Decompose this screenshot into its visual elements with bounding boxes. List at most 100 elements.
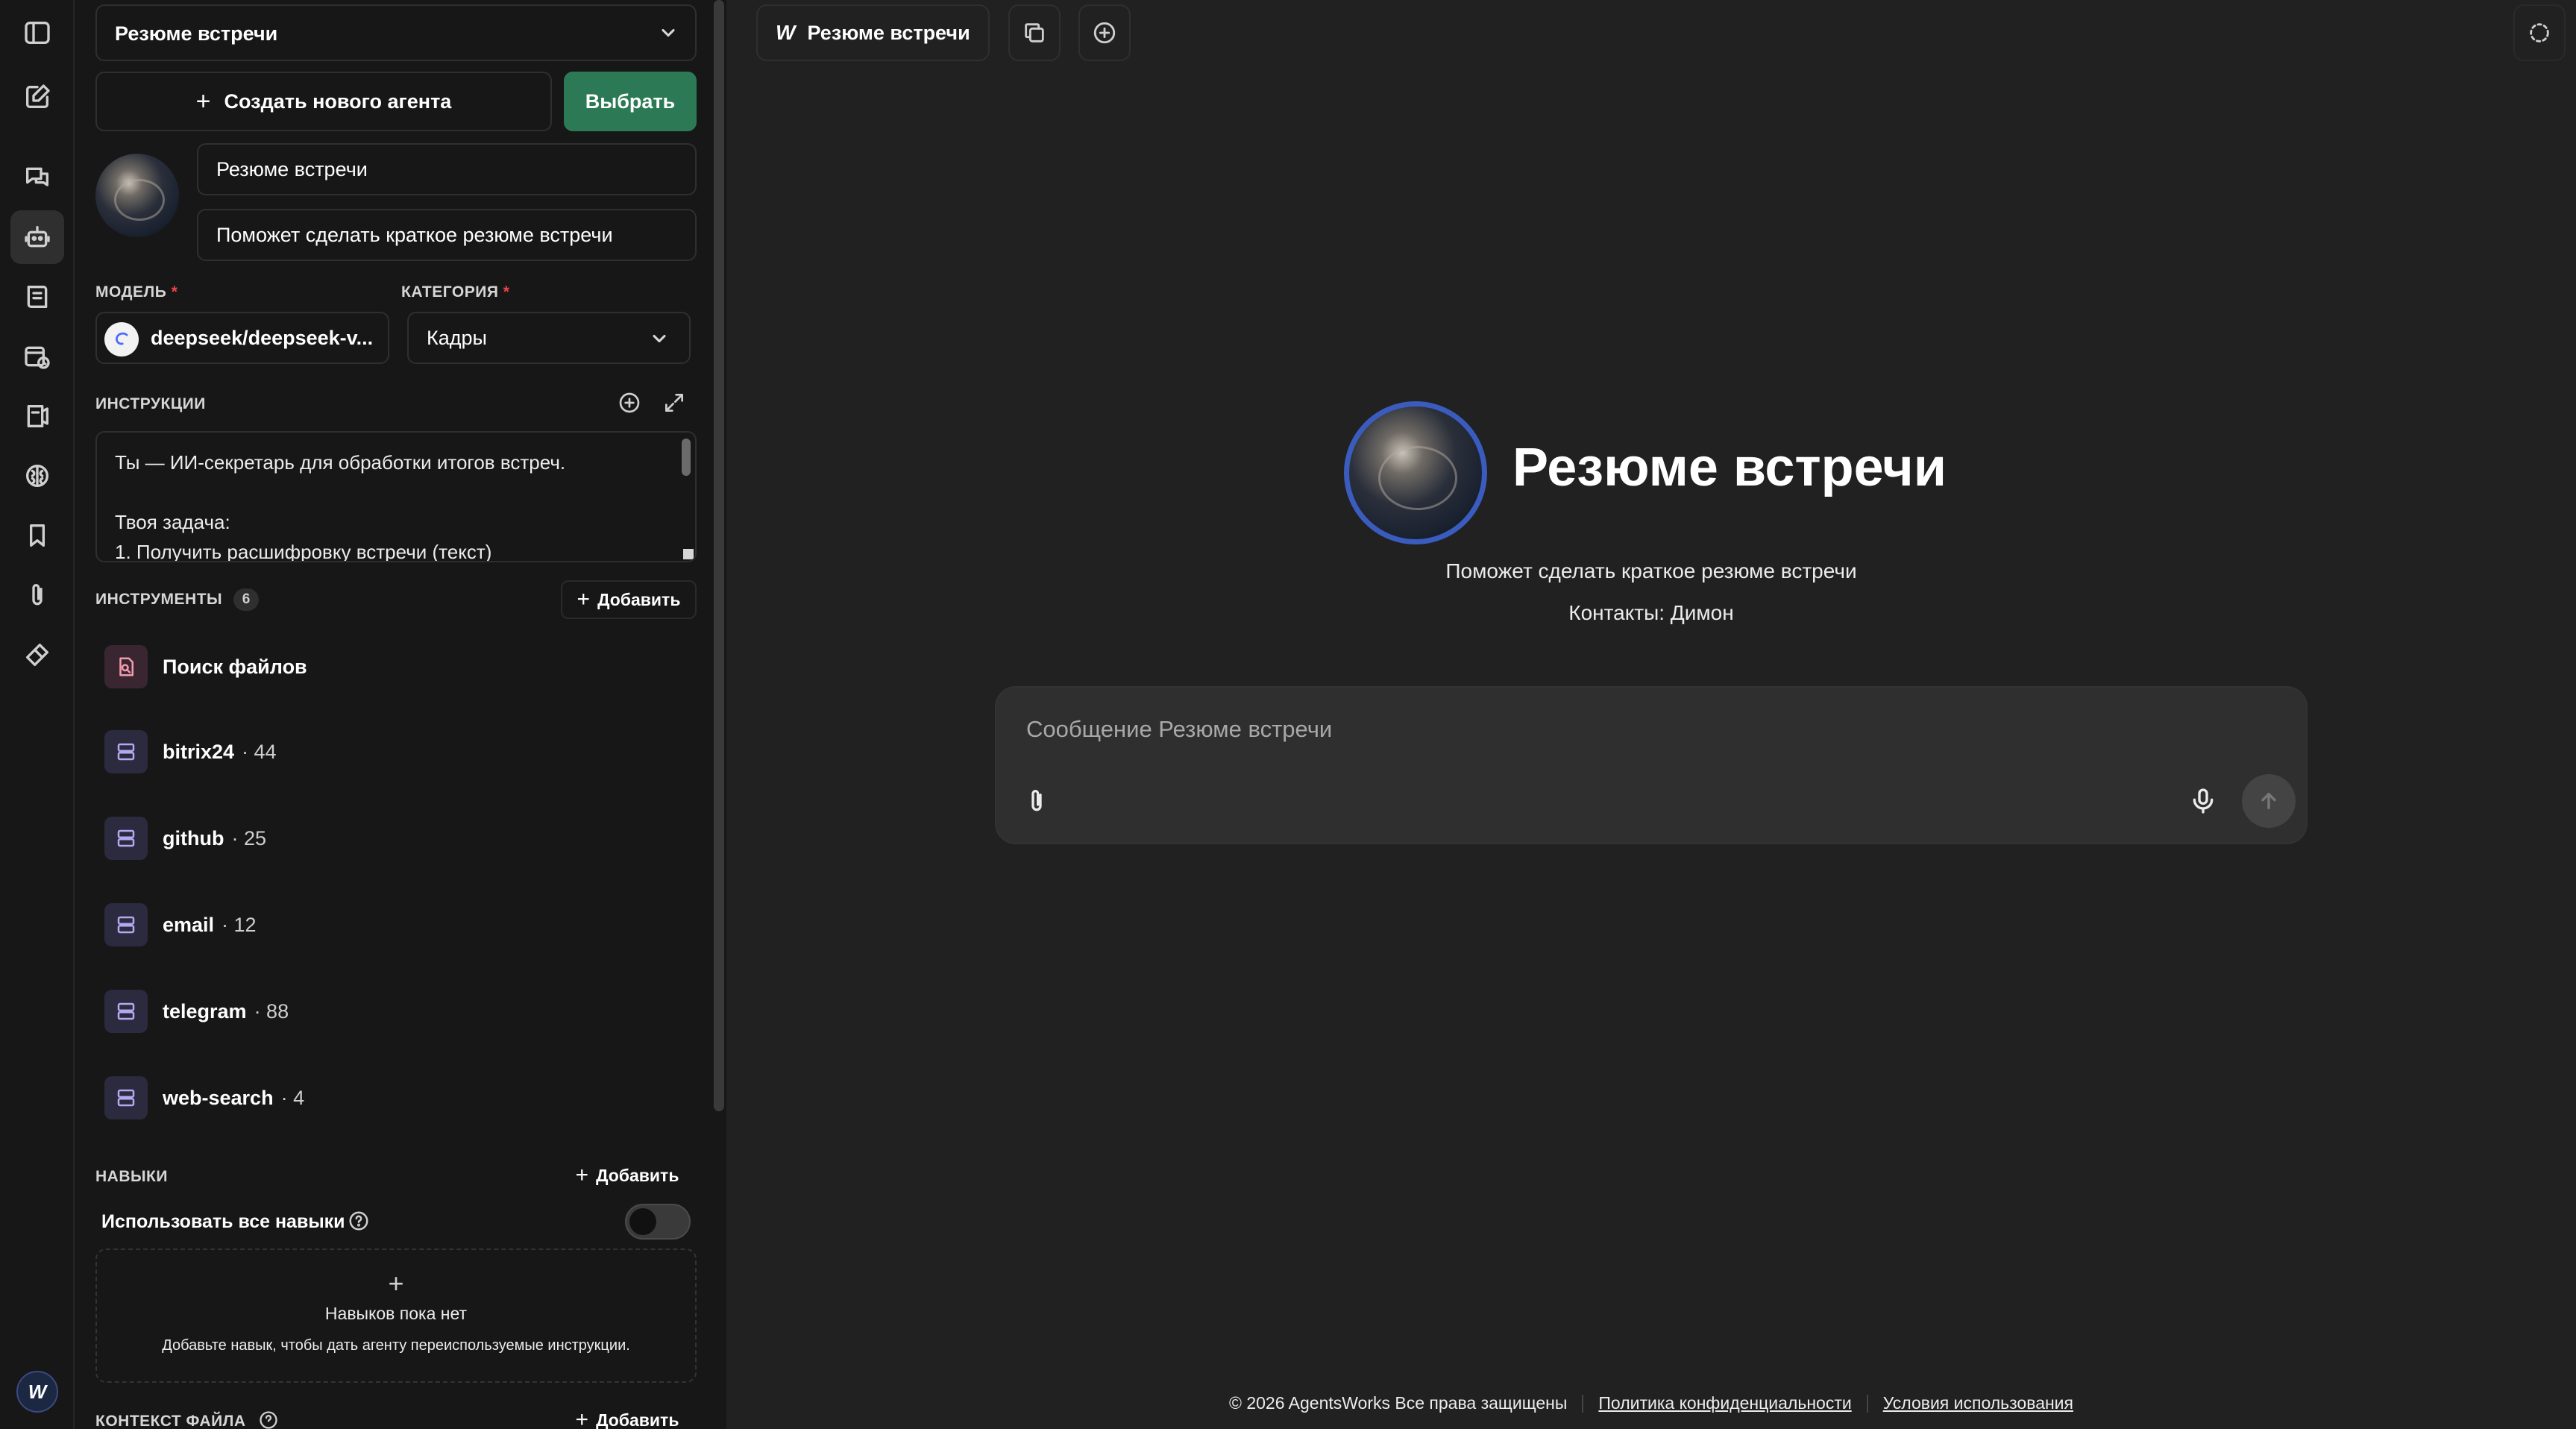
tool-count: · 4 [280, 1086, 305, 1109]
agent-avatar[interactable] [95, 154, 179, 237]
model-value: deepseek/deepseek-v... [151, 327, 374, 349]
prompts-icon[interactable] [10, 270, 64, 324]
model-label: МОДЕЛЬ * [95, 283, 178, 301]
schedule-icon[interactable] [10, 330, 64, 383]
server-icon [104, 1076, 148, 1119]
file-search-icon [104, 645, 148, 688]
plus-icon: + [575, 1407, 589, 1429]
tool-item[interactable]: web-search · 4 [104, 1075, 304, 1120]
category-select[interactable]: Кадры [407, 312, 691, 364]
file-context-label: КОНТЕКСТ ФАЙЛА [95, 1413, 246, 1429]
tool-count: · 12 [222, 913, 257, 936]
tool-name: github [163, 826, 224, 849]
send-button[interactable] [2242, 774, 2296, 828]
add-variable-icon[interactable] [618, 391, 641, 418]
memory-icon[interactable] [10, 389, 64, 443]
add-tool-button[interactable]: + Добавить [561, 580, 697, 619]
copyright-text: © 2026 AgentsWorks Все права защищены [1229, 1393, 1568, 1413]
category-label: КАТЕГОРИЯ * [401, 283, 510, 301]
help-icon[interactable] [258, 1410, 279, 1429]
brain-icon[interactable] [10, 449, 64, 503]
tool-item[interactable]: Поиск файлов [104, 644, 307, 689]
privacy-link[interactable]: Политика конфиденциальности [1598, 1393, 1851, 1413]
add-skill-label: Добавить [596, 1165, 679, 1185]
skills-empty-state[interactable]: + Навыков пока нет Добавьте навык, чтобы… [95, 1249, 697, 1383]
toggle-sidebar-icon[interactable] [10, 6, 64, 60]
instructions-label: ИНСТРУКЦИИ [95, 395, 206, 412]
attach-icon[interactable] [1017, 782, 1056, 820]
copy-icon[interactable] [1008, 4, 1061, 61]
tool-item[interactable]: github · 25 [104, 816, 266, 861]
expand-icon[interactable] [662, 391, 686, 418]
tool-item[interactable]: telegram · 88 [104, 989, 289, 1034]
plus-icon: + [577, 587, 591, 612]
agent-select[interactable]: Резюме встречи [95, 4, 697, 61]
agent-hero-avatar [1344, 401, 1487, 544]
agent-title: Резюме встречи [1512, 438, 1947, 497]
tool-name: telegram [163, 999, 247, 1023]
create-agent-label: Создать нового агента [224, 89, 452, 113]
category-value: Кадры [427, 327, 487, 349]
agent-logo-icon: W [776, 21, 796, 44]
new-chat-icon[interactable] [10, 70, 64, 124]
agent-select-value: Резюме встречи [115, 22, 278, 45]
arrow-up-icon [2261, 792, 2276, 810]
agent-contacts: Контакты: Димон [1568, 601, 1734, 624]
tools-count-badge: 6 [233, 588, 259, 611]
tool-item[interactable]: email · 12 [104, 902, 257, 947]
agent-description: Поможет сделать краткое резюме встречи [1445, 559, 1857, 582]
app-root: W Резюме встречи + Создать нового агента… [0, 0, 2576, 1429]
agent-tab[interactable]: W Резюме встречи [756, 4, 990, 61]
help-icon[interactable] [348, 1210, 370, 1236]
attachments-icon[interactable] [10, 568, 64, 622]
tool-item[interactable]: bitrix24 · 44 [104, 729, 277, 774]
message-input[interactable] [1026, 714, 2145, 744]
add-skill-button[interactable]: + Добавить [564, 1156, 691, 1195]
choose-button[interactable]: Выбрать [564, 72, 697, 131]
add-tool-label: Добавить [597, 589, 681, 609]
agents-icon[interactable] [10, 210, 64, 264]
message-composer [995, 686, 2308, 844]
chevron-down-icon [649, 328, 670, 349]
model-select[interactable]: deepseek/deepseek-v... [95, 312, 389, 364]
instructions-textarea[interactable]: Ты — ИИ-секретарь для обработки итогов в… [95, 431, 697, 562]
create-agent-button[interactable]: + Создать нового агента [95, 72, 552, 131]
skills-label: НАВЫКИ [95, 1168, 168, 1185]
agent-description-value: Поможет сделать краткое резюме встречи [216, 224, 613, 246]
plus-icon: + [575, 1163, 589, 1187]
add-file-context-label: Добавить [596, 1410, 679, 1429]
use-all-skills-toggle[interactable] [625, 1204, 691, 1240]
plugins-icon[interactable] [10, 628, 64, 682]
skills-empty-hint: Добавьте навык, чтобы дать агенту переис… [162, 1337, 630, 1354]
instructions-scrollbar[interactable] [682, 439, 691, 476]
temporary-chat-icon[interactable] [2513, 4, 2566, 61]
terms-link[interactable]: Условия использования [1883, 1393, 2073, 1413]
new-chat-plus-icon[interactable] [1078, 4, 1131, 61]
tool-name: web-search [163, 1086, 274, 1109]
add-file-context-button[interactable]: + Добавить [564, 1401, 691, 1429]
agent-name-value: Резюме встречи [216, 158, 368, 180]
model-provider-icon [104, 322, 139, 357]
server-icon [104, 730, 148, 773]
bookmark-icon[interactable] [10, 509, 64, 562]
server-icon [104, 817, 148, 860]
chats-icon[interactable] [10, 151, 64, 204]
agent-name-field[interactable]: Резюме встречи [197, 143, 697, 195]
microphone-icon[interactable] [2184, 782, 2222, 820]
tool-count: · 88 [254, 999, 289, 1023]
tool-name: Поиск файлов [163, 655, 307, 678]
panel-scrollbar[interactable] [714, 0, 724, 1111]
tool-name: email [163, 913, 215, 936]
icon-rail: W [0, 0, 75, 1429]
tool-count: · 25 [231, 826, 266, 849]
tools-label: ИНСТРУМЕНТЫ [95, 591, 223, 608]
tool-count: · 44 [242, 740, 277, 763]
agent-description-field[interactable]: Поможет сделать краткое резюме встречи [197, 209, 697, 261]
footer: © 2026 AgentsWorks Все права защищены По… [726, 1393, 2576, 1413]
skills-empty-title: Навыков пока нет [324, 1304, 468, 1323]
tool-name: bitrix24 [163, 740, 235, 763]
resize-handle-icon[interactable] [683, 549, 694, 559]
chevron-down-icon [658, 22, 679, 43]
app-logo[interactable]: W [16, 1371, 58, 1413]
footer-divider [1866, 1394, 1868, 1413]
